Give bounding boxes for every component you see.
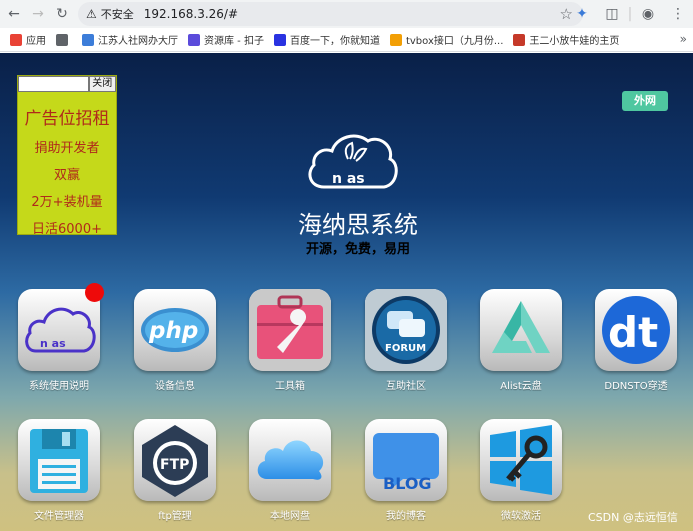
app-tile[interactable] [480, 289, 562, 371]
app-tile[interactable] [480, 419, 562, 501]
site-icon [513, 33, 526, 46]
ad-line: 2万+装机量 [31, 195, 103, 210]
flower-icon [389, 33, 402, 46]
extension-bird-icon[interactable]: ✦ [567, 6, 597, 22]
app-label[interactable]: 本地网盘 [235, 507, 345, 522]
more-bookmarks-icon[interactable]: » [680, 32, 687, 46]
security-label: 不安全 [100, 8, 134, 21]
apps-grid-icon [10, 33, 22, 46]
bookmark-label: 应用 [26, 36, 46, 47]
app-tile[interactable]: FORUM [365, 289, 447, 371]
bookmark-item[interactable]: 江苏人社网办大厅 [82, 32, 178, 47]
app-label[interactable]: 设备信息 [120, 377, 230, 392]
app-tile[interactable]: FTP [134, 419, 216, 501]
bookmark-label: 江苏人社网办大厅 [98, 36, 178, 47]
app-tile[interactable]: BLOG [365, 419, 447, 501]
page-title: 海纳思系统 [298, 211, 418, 239]
bookmark-item[interactable] [56, 33, 72, 46]
bookmark-item[interactable]: 资源库 - 扣子 [188, 32, 264, 47]
ad-line: 双赢 [53, 168, 80, 183]
url-text[interactable]: 192.168.3.26/# [144, 7, 238, 21]
extensions-puzzle-icon[interactable]: ◫ [597, 6, 627, 22]
bookmark-item[interactable]: 王二小放牛娃的主页 [513, 32, 619, 47]
app-label[interactable]: DDNSTO穿透 [581, 377, 691, 392]
app-tile[interactable]: n as [18, 289, 100, 371]
app-label[interactable]: 我的博客 [351, 507, 461, 522]
app-label[interactable]: 文件管理器 [4, 507, 114, 522]
bookmark-item[interactable]: 百度一下，你就知道 [273, 32, 380, 47]
ad-banner: 关闭 广告位招租 捐助开发者 双赢 2万+装机量 日活6000+ [17, 75, 117, 237]
ad-line: 捐助开发者 [34, 141, 100, 156]
csdn-watermark: CSDN @志远恒信 [588, 511, 678, 524]
grid-icon [56, 33, 68, 46]
ad-close-button[interactable]: 关闭 [88, 76, 116, 92]
page-background: 关闭 广告位招租 捐助开发者 双赢 2万+装机量 日活6000+ 外网 n as… [0, 53, 693, 531]
page-subtitle: 开源，免费，易用 [305, 242, 410, 257]
notification-badge [85, 283, 104, 302]
back-icon[interactable]: ← [2, 2, 26, 26]
app-tile[interactable] [249, 419, 331, 501]
profile-icon[interactable]: ◉ [633, 6, 663, 22]
app-label[interactable]: Alist云盘 [466, 377, 576, 392]
svg-text:FORUM: FORUM [385, 343, 426, 354]
app-label[interactable]: ftp管理 [120, 507, 230, 522]
ad-line: 日活6000+ [32, 222, 102, 237]
ad-input[interactable] [18, 76, 89, 92]
site-icon [188, 33, 200, 46]
app-tile[interactable]: php [134, 289, 216, 371]
bookmark-label: 资源库 - 扣子 [204, 36, 264, 47]
svg-text:BLOG: BLOG [383, 474, 432, 493]
app-label[interactable]: 互助社区 [351, 377, 461, 392]
app-tile[interactable] [249, 289, 331, 371]
svg-text:FTP: FTP [160, 457, 189, 473]
site-icon [82, 33, 94, 46]
app-label[interactable]: 工具箱 [235, 377, 345, 392]
bookmark-label: 王二小放牛娃的主页 [529, 36, 620, 47]
app-tile[interactable] [18, 419, 100, 501]
ad-title: 广告位招租 [24, 109, 110, 129]
external-network-button[interactable]: 外网 [622, 91, 668, 111]
svg-text:n as: n as [40, 337, 66, 350]
bookmark-label: tvbox接口（九月份... [405, 36, 504, 47]
nas-cloud-logo: n as [304, 129, 400, 193]
menu-kebab-icon[interactable]: ⋮ [663, 6, 693, 22]
logo-text: n as [332, 171, 365, 187]
reload-icon[interactable]: ↻ [50, 2, 74, 26]
bookmark-label: 百度一下，你就知道 [289, 36, 380, 47]
app-label[interactable]: 微软激活 [466, 507, 576, 522]
app-tile[interactable]: dt [595, 289, 677, 371]
warning-icon: ⚠ [86, 7, 97, 21]
app-label[interactable]: 系统使用说明 [4, 377, 114, 392]
bookmarks-bar: 应用 江苏人社网办大厅 资源库 - 扣子 百度一下，你就知道 tvbox接口（九月份..… [0, 28, 693, 52]
address-bar[interactable]: ⚠ 不安全 192.168.3.26/# ☆ [78, 2, 583, 26]
browser-toolbar: ← → ↻ ⚠ 不安全 192.168.3.26/# ☆ ✦ ◫ | ◉ ⋮ [0, 0, 693, 28]
bookmark-item[interactable]: 应用 [10, 32, 46, 47]
svg-text:php: php [148, 318, 198, 344]
bookmark-item[interactable]: tvbox接口（九月份... [389, 32, 504, 47]
baidu-icon [273, 33, 286, 46]
forward-icon[interactable]: → [26, 2, 50, 26]
svg-text:dt: dt [608, 308, 658, 357]
